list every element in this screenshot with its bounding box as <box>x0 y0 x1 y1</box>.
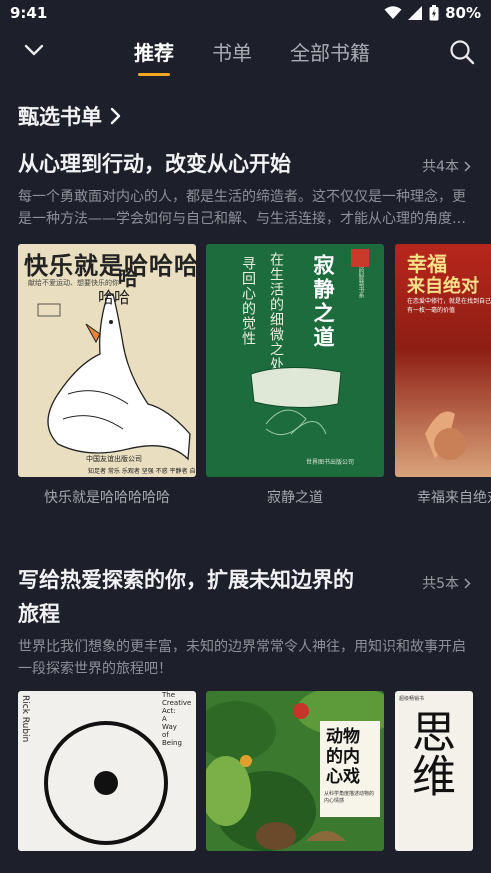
chevron-down-icon[interactable] <box>22 38 46 62</box>
cover-title-block: 动物 的内 心戏 <box>326 727 360 787</box>
chevron-right-icon <box>464 577 471 589</box>
cover-main-title: 思维 <box>404 709 455 797</box>
chevron-right-icon <box>464 160 471 172</box>
book-cover: 动物 的内 心戏 从科学角度描述动物的内心情感 <box>206 691 384 851</box>
book-card[interactable]: 超级畅销书 思维 <box>395 691 473 851</box>
book-card[interactable]: 幸福 来自绝对 在恋爱中修行，就是在找到自己的同时， 有一枚一毫的价值 幸福来自… <box>395 244 491 507</box>
book-card[interactable]: Rick Rubin The Creative Act: A Way of Be… <box>18 691 196 851</box>
booklist-title[interactable]: 写给热爱探索的你，扩展未知边界的 旅程 <box>18 563 354 631</box>
booklist-title[interactable]: 从心理到行动，改变从心开始 <box>18 147 291 181</box>
book-title: 快乐就是哈哈哈哈哈 <box>44 490 170 506</box>
booklist-count-label: 共5本 <box>422 576 459 592</box>
cover-tagline: 知足者 常乐 乐观者 坚强 不惑 平静者 自由 <box>88 468 196 475</box>
battery-icon <box>429 5 439 21</box>
cover-label: 动物 的内 心戏 从科学角度描述动物的内心情感 <box>320 721 380 817</box>
section-title: 甄选书单 <box>18 105 102 129</box>
booklist-description: 每一个勇敢面对内心的人，都是生活的缔造者。这不仅仅是一种理念，更 是一种方法——… <box>18 186 470 230</box>
section-header[interactable]: 甄选书单 <box>18 101 122 131</box>
cover-title-line: 动物 <box>326 727 360 747</box>
tab-recommend-label: 推荐 <box>134 41 174 65</box>
booklist-title-line: 旅程 <box>18 602 60 626</box>
book-cover: 快乐就是哈哈哈 献给不爱运动、想要快乐的你 哈 哈哈 中国友谊出版公司 知足者 … <box>18 244 196 477</box>
book-card[interactable]: 快乐就是哈哈哈 献给不爱运动、想要快乐的你 哈 哈哈 中国友谊出版公司 知足者 … <box>18 244 196 507</box>
cover-topline: 超级畅销书 <box>399 696 425 702</box>
book-card[interactable]: 在生活的细微之处 寻回心的觉性 寂静之道 生活的智慧书系 世界图书出版公司 寂静… <box>206 244 384 507</box>
top-nav: 推荐 书单 全部书籍 <box>0 34 491 76</box>
status-time: 9:41 <box>10 4 48 22</box>
booklist-description: 世界比我们想象的更丰富，未知的边界常常令人神往，用知识和故事开启 一段探索世界的… <box>18 636 470 680</box>
cover-publisher: 中国友谊出版公司 <box>86 455 142 463</box>
signal-icon <box>408 6 423 20</box>
cover-illustration <box>44 721 168 845</box>
booklist-description-line: 世界比我们想象的更丰富，未知的边界常常令人神往，用知识和故事开启 <box>18 639 466 655</box>
cover-illustration <box>37 293 191 461</box>
status-bar: 9:41 80% <box>0 0 491 28</box>
cover-subline: 从科学角度描述动物的内心情感 <box>324 791 375 804</box>
wifi-icon <box>384 6 402 19</box>
cover-illustration <box>250 249 369 436</box>
tab-all-books[interactable]: 全部书籍 <box>290 39 370 67</box>
book-cover: Rick Rubin The Creative Act: A Way of Be… <box>18 691 196 851</box>
book-title: 寂静之道 <box>267 490 323 506</box>
tab-bar: 推荐 书单 全部书籍 <box>134 39 408 76</box>
search-icon[interactable] <box>449 39 475 65</box>
cover-title-line: 的内 <box>326 747 360 767</box>
book-card[interactable]: 动物 的内 心戏 从科学角度描述动物的内心情感 <box>206 691 384 851</box>
booklist-title-line: 写给热爱探索的你，扩展未知边界的 <box>18 568 354 592</box>
booklist-description-line: 一段探索世界的旅程吧！ <box>18 661 172 677</box>
booklist-description-line: 是一种方法——学会如何与自己和解、与生活连接，才能从心理的角度… <box>18 211 466 227</box>
booklist-count[interactable]: 共4本 <box>422 156 471 176</box>
cover-title-line: 心戏 <box>326 767 360 787</box>
tab-booklists[interactable]: 书单 <box>212 39 252 67</box>
book-title: 幸福来自绝对 <box>417 490 491 506</box>
cover-illustration <box>425 411 466 460</box>
booklist-count[interactable]: 共5本 <box>422 573 471 593</box>
tab-recommend[interactable]: 推荐 <box>134 39 174 76</box>
cover-deco-text: 哈哈 <box>98 288 131 307</box>
tab-booklists-label: 书单 <box>212 41 252 65</box>
cover-publisher: 世界图书出版公司 <box>306 459 355 466</box>
book-cover: 在生活的细微之处 寻回心的觉性 寂静之道 生活的智慧书系 世界图书出版公司 <box>206 244 384 477</box>
chevron-right-icon <box>110 107 121 125</box>
book-cover: 幸福 来自绝对 在恋爱中修行，就是在找到自己的同时， 有一枚一毫的价值 <box>395 244 491 477</box>
booklist-count-label: 共4本 <box>422 159 459 175</box>
status-icons: 80% <box>384 4 481 22</box>
book-cover: 超级畅销书 思维 <box>395 691 473 851</box>
tab-active-indicator <box>138 73 170 76</box>
battery-percent: 80% <box>445 4 481 22</box>
tab-all-books-label: 全部书籍 <box>290 41 370 65</box>
booklist-description-line: 每一个勇敢面对内心的人，都是生活的缔造者。这不仅仅是一种理念，更 <box>18 189 466 205</box>
